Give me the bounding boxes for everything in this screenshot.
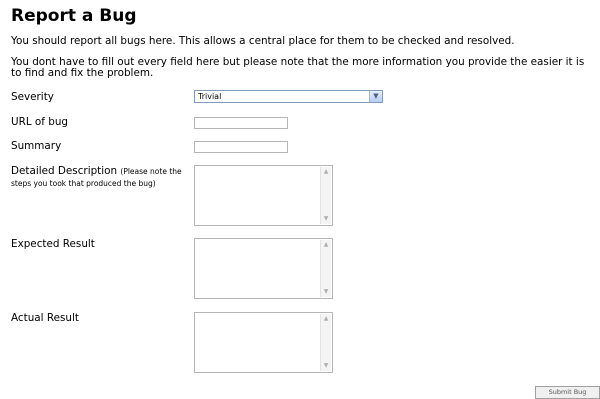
summary-label: Summary	[11, 140, 62, 152]
scroll-down-icon[interactable]: ▼	[321, 361, 331, 371]
page-title: Report a Bug	[11, 6, 137, 26]
intro-text: You should report all bugs here. This al…	[11, 35, 515, 47]
url-label: URL of bug	[11, 116, 69, 128]
expected-textarea[interactable]: ▲ ▼	[194, 238, 333, 299]
severity-value: Trivial	[198, 92, 222, 101]
scroll-up-icon[interactable]: ▲	[321, 167, 331, 177]
actual-textarea[interactable]: ▲ ▼	[194, 312, 333, 373]
chevron-down-icon[interactable]: ▼	[369, 91, 382, 102]
scroll-up-icon[interactable]: ▲	[321, 314, 331, 324]
scroll-up-icon[interactable]: ▲	[321, 240, 331, 250]
submit-bug-button[interactable]: Submit Bug	[535, 386, 600, 399]
severity-select[interactable]: Trivial ▼	[194, 90, 383, 103]
scroll-down-icon[interactable]: ▼	[321, 287, 331, 297]
expected-label: Expected Result	[11, 238, 95, 250]
expected-scrollbar[interactable]: ▲ ▼	[320, 240, 331, 297]
description-textarea[interactable]: ▲ ▼	[194, 165, 333, 226]
severity-label: Severity	[11, 91, 54, 103]
note-text: You dont have to fill out every field he…	[11, 56, 585, 79]
actual-label: Actual Result	[11, 312, 79, 324]
url-input[interactable]	[194, 117, 288, 129]
actual-scrollbar[interactable]: ▲ ▼	[320, 314, 331, 371]
scroll-down-icon[interactable]: ▼	[321, 214, 331, 224]
description-label-group: Detailed Description (Please note the st…	[11, 165, 189, 189]
summary-input[interactable]	[194, 141, 288, 153]
description-label: Detailed Description	[11, 165, 118, 177]
description-scrollbar[interactable]: ▲ ▼	[320, 167, 331, 224]
